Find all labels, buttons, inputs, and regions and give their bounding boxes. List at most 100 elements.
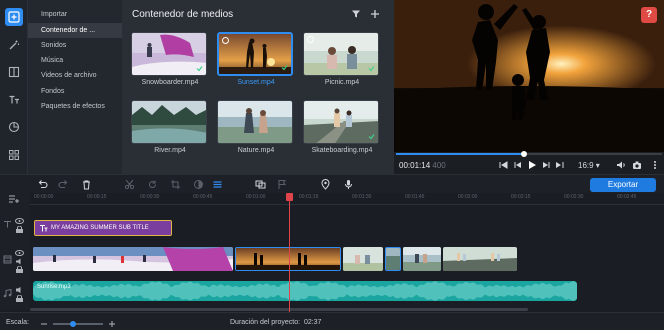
video-clip-sunset[interactable]: [235, 247, 341, 271]
lock-icon[interactable]: [15, 226, 24, 233]
category-item-import[interactable]: Importar: [28, 7, 122, 22]
audio-clip-name: Sunrise.mp3: [37, 284, 71, 290]
timeline-scrollbar[interactable]: [30, 308, 528, 311]
river-image: [132, 101, 206, 143]
ruler-tick-label: 00:00:00: [34, 194, 54, 200]
media-thumb-sunset[interactable]: [217, 32, 293, 76]
delete-trash-icon[interactable]: [81, 179, 92, 190]
help-button[interactable]: ?: [641, 7, 657, 23]
music-track-icon: [3, 289, 12, 298]
nature-image: [218, 101, 292, 143]
media-thumb-snowboarder[interactable]: [131, 32, 207, 76]
select-circle-icon: [222, 37, 229, 44]
category-item-music[interactable]: Música: [28, 53, 122, 68]
video-clip-snowboarder[interactable]: [33, 247, 233, 271]
transitions-button[interactable]: [5, 63, 23, 81]
project-duration: Duración del proyecto: 02:37: [230, 319, 321, 326]
video-clip-picnic[interactable]: [343, 247, 383, 271]
zoom-out-icon[interactable]: [40, 320, 48, 328]
preview-progress-handle[interactable]: [520, 151, 527, 157]
category-item-stock-videos[interactable]: Videos de archivo: [28, 68, 122, 83]
video-clip-transition[interactable]: [385, 247, 401, 271]
filters-button[interactable]: [5, 36, 23, 54]
titles-button[interactable]: [5, 91, 23, 109]
preview-progress-fill: [396, 153, 524, 155]
microphone-icon[interactable]: [343, 179, 354, 190]
speaker-icon[interactable]: [15, 287, 24, 293]
lock-icon[interactable]: [15, 295, 24, 302]
title-clip[interactable]: MY AMAZING SUMMER SUB TITLE: [34, 220, 172, 236]
media-thumb-label: Snowboarder.mp4: [141, 79, 199, 86]
preview-progress-bar[interactable]: [396, 151, 662, 157]
rotate-icon[interactable]: [147, 179, 158, 190]
eye-icon[interactable]: [15, 250, 24, 256]
plus-icon[interactable]: [370, 9, 380, 19]
audio-clip[interactable]: Sunrise.mp3: [33, 281, 577, 301]
media-thumb-label: Skateboarding.mp4: [311, 147, 373, 154]
media-thumb-picnic[interactable]: [303, 32, 379, 76]
zoom-slider-handle[interactable]: [70, 321, 76, 327]
media-bin-title: Contenedor de medios: [132, 9, 234, 20]
ruler-tick-label: 00:02:30: [564, 194, 584, 200]
video-clip-nature[interactable]: [403, 247, 441, 271]
media-thumb-river[interactable]: [131, 100, 207, 144]
category-list: Importar Contenedor de ... Sonidos Músic…: [28, 0, 122, 174]
playback-controls: 00:01:14 400 16:9 ▾: [394, 151, 664, 174]
ruler-tick-label: 00:02:00: [458, 194, 478, 200]
color-adjust-icon[interactable]: [193, 179, 204, 190]
tool-rail: [0, 0, 28, 174]
step-back-icon[interactable]: [513, 160, 523, 170]
timeline-toolbar: Exportar: [0, 174, 664, 193]
cut-scissors-icon[interactable]: [124, 179, 135, 190]
timeline-ruler[interactable]: 00:00:00 00:00:15 00:00:30 00:00:45 00:0…: [30, 193, 664, 205]
media-thumb-nature[interactable]: [217, 100, 293, 144]
zoom-slider[interactable]: [53, 321, 103, 327]
category-item-effect-packs[interactable]: Paquetes de efectos: [28, 99, 122, 114]
filter-icon[interactable]: [351, 9, 361, 19]
ruler-tick-label: 00:01:15: [299, 194, 319, 200]
lock-icon[interactable]: [15, 266, 24, 273]
skip-back-icon[interactable]: [498, 160, 508, 170]
playhead-handle[interactable]: [286, 193, 293, 201]
aspect-ratio-selector[interactable]: 16:9 ▾: [578, 161, 600, 170]
status-bar: Escala: Duración del proyecto: 02:37: [0, 312, 664, 330]
undo-icon[interactable]: [37, 179, 48, 190]
category-item-sounds[interactable]: Sonidos: [28, 38, 122, 53]
import-button[interactable]: [5, 8, 23, 26]
aspect-ratio-value: 16:9: [578, 161, 594, 170]
category-item-backgrounds[interactable]: Fondos: [28, 84, 122, 99]
clip-properties-icon[interactable]: [212, 179, 223, 190]
picnic-filmstrip: [343, 247, 383, 271]
video-clip-skateboarding[interactable]: [443, 247, 517, 271]
track-headers: [0, 193, 30, 310]
step-forward-icon[interactable]: [541, 160, 551, 170]
more-tools-button[interactable]: [5, 146, 23, 164]
skip-forward-icon[interactable]: [555, 160, 565, 170]
overlay-icon[interactable]: [255, 179, 266, 190]
zoom-label: Escala:: [6, 319, 29, 326]
snapshot-camera-icon[interactable]: [632, 160, 642, 170]
duration-value: 02:37: [303, 319, 322, 326]
ruler-tick-label: 00:00:30: [140, 194, 160, 200]
ruler-tick-label: 00:02:15: [511, 194, 531, 200]
flag-marker-icon[interactable]: [277, 179, 288, 190]
location-pin-icon[interactable]: [320, 179, 331, 190]
more-options-icon[interactable]: [650, 160, 660, 170]
speaker-icon[interactable]: [15, 258, 24, 265]
ruler-tick-label: 00:00:45: [193, 194, 213, 200]
volume-icon[interactable]: [616, 160, 626, 170]
crop-icon[interactable]: [170, 179, 181, 190]
export-button[interactable]: Exportar: [590, 178, 656, 192]
stickers-button[interactable]: [5, 118, 23, 136]
text-track-icon: [4, 221, 11, 228]
zoom-in-icon[interactable]: [108, 320, 116, 328]
redo-icon[interactable]: [58, 179, 69, 190]
play-icon[interactable]: [527, 160, 537, 170]
add-track-icon[interactable]: [8, 194, 20, 204]
video-preview: ?: [394, 0, 664, 152]
media-thumb-skateboarding[interactable]: [303, 100, 379, 144]
current-frames: 400: [432, 161, 446, 170]
category-item-media-bin[interactable]: Contenedor de ...: [28, 23, 122, 38]
eye-icon[interactable]: [15, 218, 24, 224]
titles-icon: [9, 95, 19, 104]
